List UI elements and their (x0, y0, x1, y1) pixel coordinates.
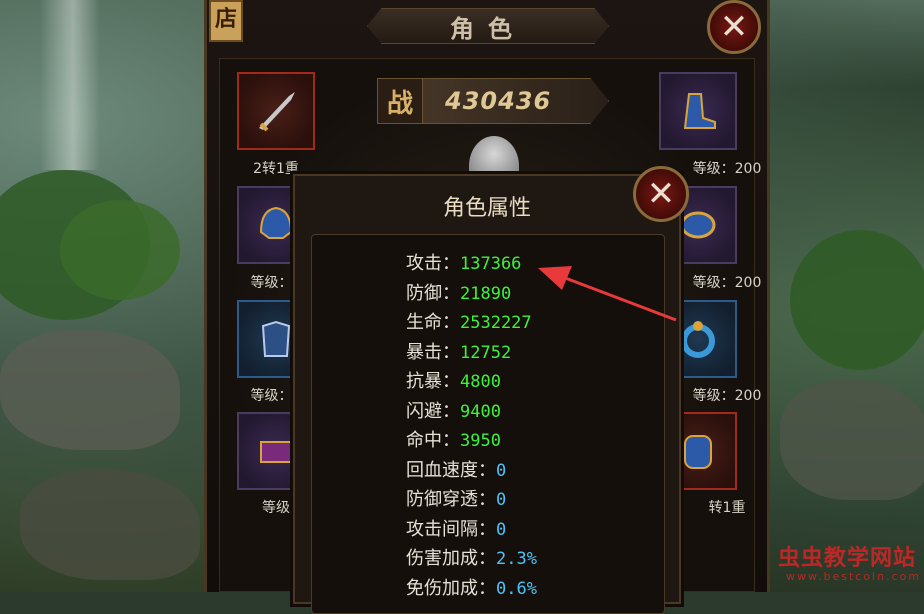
panel-title: 角色 (450, 14, 526, 43)
equip-slot-weapon[interactable] (237, 72, 315, 150)
attribute-row: 命中：3950 (406, 426, 537, 456)
attribute-row: 防御穿透：0 (406, 485, 537, 515)
tree-left-2 (60, 200, 180, 300)
sword-icon (259, 92, 295, 132)
cliff-left (0, 330, 180, 450)
attribute-row: 抗暴：4800 (406, 367, 537, 397)
shop-tag[interactable]: 店 (209, 0, 243, 42)
popup-title: 角色属性 (442, 196, 531, 221)
equip-slot-boots[interactable] (659, 72, 737, 150)
attribute-label: 防御： (406, 282, 460, 304)
attribute-value: 12752 (460, 342, 512, 363)
attribute-label: 攻击： (406, 253, 460, 274)
close-icon: ✕ (719, 7, 749, 47)
attribute-value: 2532227 (460, 313, 532, 333)
attribute-value: 0 (496, 460, 507, 481)
attribute-popup: 角色属性 ✕ 攻击：137366 防御：21890 生命：2532227 暴击：127… (293, 166, 689, 614)
panel-close-button[interactable]: ✕ (707, 0, 761, 54)
close-icon: ✕ (646, 174, 676, 214)
equip-slot-boots-label: 等级：200 (692, 161, 762, 177)
attribute-label: 命中： (406, 430, 460, 451)
watermark-text: 虫虫教学网站 (778, 546, 917, 571)
attribute-row: 攻击间隔：0 (406, 515, 537, 545)
equip-slot-ring-label: 等级：200 (692, 388, 762, 404)
attribute-value: 4800 (460, 372, 501, 392)
attribute-list: 攻击：137366 防御：21890 生命：2532227 暴击：12752 抗暴：48… (406, 249, 537, 603)
attribute-row: 生命：2532227 (406, 308, 537, 338)
combat-power-icon: 战 (378, 79, 423, 123)
attribute-row: 防御：21890 (406, 279, 537, 309)
attribute-row: 伤害加成：2.3% (406, 544, 537, 574)
combat-power-box: 战 430436 (377, 78, 609, 124)
attribute-row: 攻击：137366 (406, 249, 537, 279)
boots-icon (683, 93, 716, 129)
attribute-value: 9400 (460, 401, 501, 422)
attribute-label: 防御穿透： (406, 489, 496, 510)
attribute-row: 回血速度：0 (406, 456, 537, 486)
attribute-value: 2.3% (496, 549, 537, 569)
attribute-label: 伤害加成： (406, 548, 496, 569)
attribute-value: 21890 (460, 283, 512, 304)
attribute-value: 0.6% (496, 578, 537, 599)
attribute-value: 0 (496, 490, 507, 510)
attribute-label: 回血速度： (406, 459, 496, 481)
tree-right (790, 230, 924, 370)
attribute-label: 暴击： (406, 341, 460, 363)
attribute-label: 免伤加成： (406, 577, 496, 599)
waterfall (40, 0, 100, 170)
attribute-label: 生命： (406, 312, 460, 333)
attribute-row: 暴击：12752 (406, 338, 537, 368)
equip-slot-bracer-label: 等级：200 (692, 275, 762, 291)
attribute-value: 0 (496, 519, 507, 540)
attribute-label: 闪避： (406, 400, 460, 422)
combat-power-value: 430436 (445, 87, 552, 115)
cliff-left-lower (20, 470, 200, 580)
watermark-url: www.bestcoln.com (786, 570, 922, 583)
gauntlet-icon (684, 435, 712, 469)
attribute-row: 闪避：9400 (406, 397, 537, 427)
ring-icon (681, 321, 715, 358)
cliff-right (780, 380, 924, 500)
panel-title-bar: 角色 (367, 8, 609, 44)
attribute-label: 抗暴： (406, 371, 460, 392)
popup-close-button[interactable]: ✕ (633, 166, 689, 222)
attribute-list-box: 攻击：137366 防御：21890 生命：2532227 暴击：12752 抗暴：48… (311, 234, 665, 614)
attribute-label: 攻击间隔： (406, 518, 496, 540)
attribute-value: 137366 (460, 254, 522, 274)
equip-slot-gauntlet-label: 转1重 (708, 500, 746, 516)
attribute-row: 免伤加成：0.6% (406, 574, 537, 604)
attribute-value: 3950 (460, 431, 501, 451)
